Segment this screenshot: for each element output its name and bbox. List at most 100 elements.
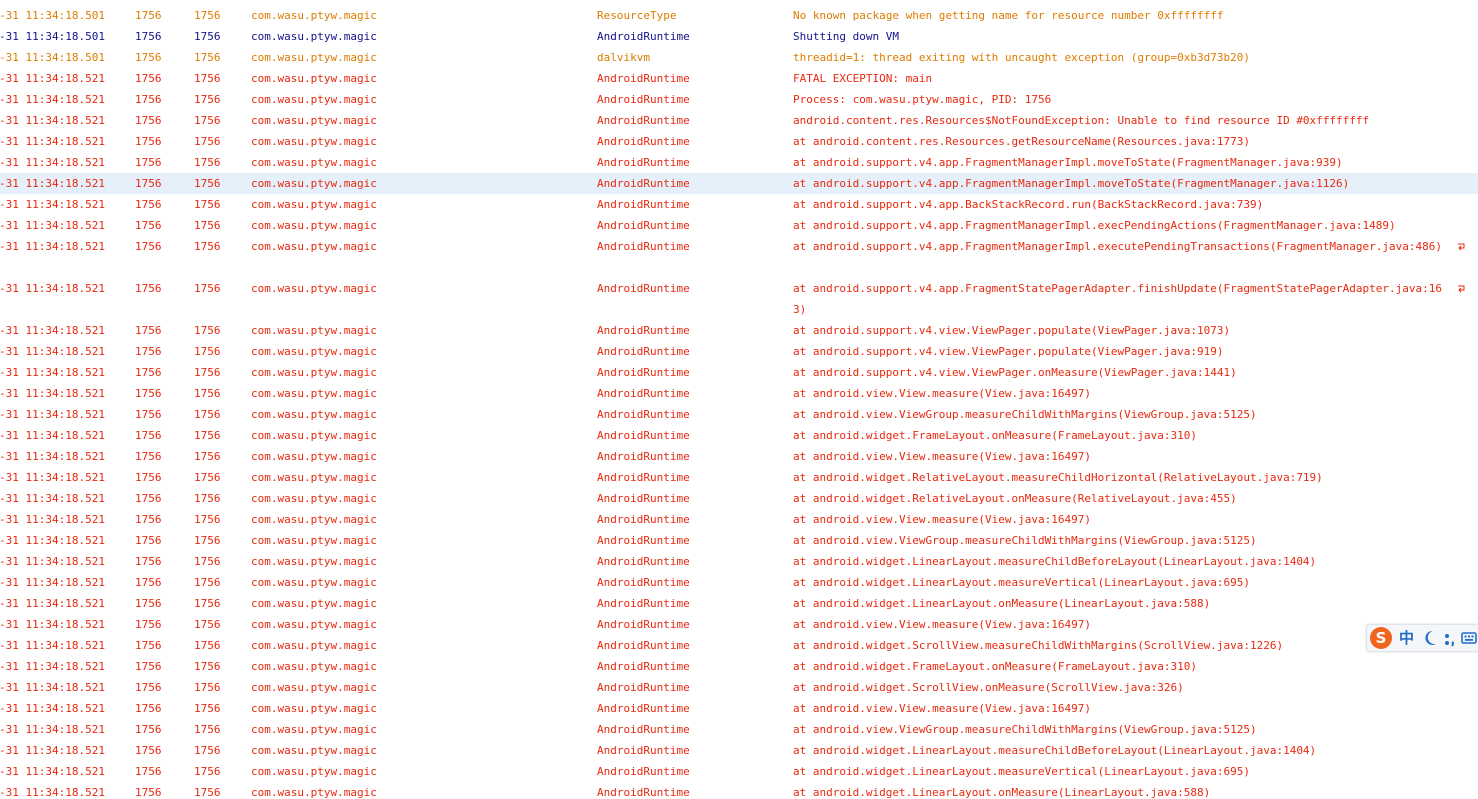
ime-toolbar[interactable]: S 中 — [1366, 624, 1478, 652]
log-row[interactable]: -31 11:34:18.521 1756 1756 com.wasu.ptyw.ma… — [0, 530, 1478, 551]
log-row[interactable]: -31 11:34:18.521 1756 1756 com.wasu.ptyw.ma… — [0, 68, 1478, 89]
log-application: com.wasu.ptyw.magic — [251, 639, 377, 652]
log-time: -31 11:34:18.501 — [0, 9, 105, 22]
log-application: com.wasu.ptyw.magic — [251, 681, 377, 694]
log-application: com.wasu.ptyw.magic — [251, 618, 377, 631]
log-tag: AndroidRuntime — [597, 408, 690, 421]
log-time: -31 11:34:18.521 — [0, 114, 105, 127]
log-time: -31 11:34:18.521 — [0, 429, 105, 442]
log-tag: AndroidRuntime — [597, 639, 690, 652]
log-row[interactable]: -31 11:34:18.521 1756 1756 com.wasu.ptyw.ma… — [0, 110, 1478, 131]
log-pid: 1756 — [135, 282, 162, 295]
log-tag: AndroidRuntime — [597, 114, 690, 127]
log-tid: 1756 — [194, 345, 221, 358]
log-message: at android.support.v4.app.FragmentManage… — [793, 219, 1396, 232]
log-row[interactable]: -31 11:34:18.521 1756 1756 com.wasu.ptyw.ma… — [0, 320, 1478, 341]
log-message: at android.support.v4.app.FragmentManage… — [793, 177, 1350, 190]
log-row[interactable]: -31 11:34:18.521 1756 1756 com.wasu.ptyw.ma… — [0, 593, 1478, 614]
log-message: at android.support.v4.app.FragmentStateP… — [793, 282, 1443, 316]
log-row[interactable]: -31 11:34:18.521 1756 1756 com.wasu.ptyw.ma… — [0, 404, 1478, 425]
log-tag: AndroidRuntime — [597, 723, 690, 736]
log-tag: AndroidRuntime — [597, 471, 690, 484]
log-pid: 1756 — [135, 114, 162, 127]
log-row[interactable]: -31 11:34:18.521 1756 1756 com.wasu.ptyw.ma… — [0, 656, 1478, 677]
log-tid: 1756 — [194, 72, 221, 85]
log-tag: AndroidRuntime — [597, 198, 690, 211]
ime-mode-toggle[interactable]: 中 — [1399, 628, 1414, 648]
log-tid: 1756 — [194, 786, 221, 799]
log-row[interactable]: -31 11:34:18.501 1756 1756 com.wasu.ptyw.ma… — [0, 47, 1478, 68]
log-message: at android.widget.RelativeLayout.onMeasu… — [793, 492, 1237, 505]
log-row[interactable]: -31 11:34:18.521 1756 1756 com.wasu.ptyw.ma… — [0, 173, 1478, 194]
log-tag: AndroidRuntime — [597, 765, 690, 778]
log-time: -31 11:34:18.521 — [0, 450, 105, 463]
log-row[interactable]: -31 11:34:18.521 1756 1756 com.wasu.ptyw.ma… — [0, 677, 1478, 698]
log-row[interactable]: -31 11:34:18.521 1756 1756 com.wasu.ptyw.ma… — [0, 572, 1478, 593]
log-pid: 1756 — [135, 156, 162, 169]
log-row[interactable]: -31 11:34:18.521 1756 1756 com.wasu.ptyw.ma… — [0, 488, 1478, 509]
log-row[interactable]: -31 11:34:18.521 1756 1756 com.wasu.ptyw.ma… — [0, 551, 1478, 572]
log-application: com.wasu.ptyw.magic — [251, 765, 377, 778]
log-row[interactable]: -31 11:34:18.521 1756 1756 com.wasu.ptyw.ma… — [0, 635, 1478, 656]
log-row[interactable]: -31 11:34:18.521 1756 1756 com.wasu.ptyw.ma… — [0, 467, 1478, 488]
moon-icon[interactable] — [1423, 628, 1439, 648]
log-message: at android.support.v4.view.ViewPager.onM… — [793, 366, 1237, 379]
log-row[interactable]: -31 11:34:18.521 1756 1756 com.wasu.ptyw.ma… — [0, 698, 1478, 719]
log-row[interactable]: -31 11:34:18.521 1756 1756 com.wasu.ptyw.ma… — [0, 194, 1478, 215]
log-row[interactable]: -31 11:34:18.501 1756 1756 com.wasu.ptyw.ma… — [0, 26, 1478, 47]
log-pid: 1756 — [135, 93, 162, 106]
log-tid: 1756 — [194, 639, 221, 652]
log-row[interactable]: -31 11:34:18.521 1756 1756 com.wasu.ptyw.ma… — [0, 614, 1478, 635]
log-row[interactable]: -31 11:34:18.521 1756 1756 com.wasu.ptyw.ma… — [0, 236, 1478, 278]
log-message: Shutting down VM — [793, 30, 899, 43]
log-row[interactable]: -31 11:34:18.521 1756 1756 com.wasu.ptyw.ma… — [0, 152, 1478, 173]
log-row[interactable]: -31 11:34:18.521 1756 1756 com.wasu.ptyw.ma… — [0, 362, 1478, 383]
log-tid: 1756 — [194, 618, 221, 631]
log-time: -31 11:34:18.521 — [0, 324, 105, 337]
log-message: threadid=1: thread exiting with uncaught… — [793, 51, 1250, 64]
log-row[interactable]: -31 11:34:18.521 1756 1756 com.wasu.ptyw.ma… — [0, 341, 1478, 362]
log-tag: AndroidRuntime — [597, 744, 690, 757]
log-tid: 1756 — [194, 198, 221, 211]
log-message: at android.support.v4.app.FragmentManage… — [793, 156, 1343, 169]
punctuation-icon[interactable] — [1443, 628, 1457, 648]
log-row[interactable]: -31 11:34:18.521 1756 1756 com.wasu.ptyw.ma… — [0, 425, 1478, 446]
log-time: -31 11:34:18.521 — [0, 492, 105, 505]
log-tid: 1756 — [194, 429, 221, 442]
log-message: at android.view.ViewGroup.measureChildWi… — [793, 534, 1257, 547]
log-row[interactable]: -31 11:34:18.501 1756 1756 com.wasu.ptyw.ma… — [0, 5, 1478, 26]
log-row[interactable]: -31 11:34:18.521 1756 1756 com.wasu.ptyw.ma… — [0, 278, 1478, 320]
log-row[interactable]: -31 11:34:18.521 1756 1756 com.wasu.ptyw.ma… — [0, 89, 1478, 110]
log-time: -31 11:34:18.521 — [0, 513, 105, 526]
log-time: -31 11:34:18.521 — [0, 471, 105, 484]
log-row[interactable]: -31 11:34:18.521 1756 1756 com.wasu.ptyw.ma… — [0, 446, 1478, 467]
log-message: at android.support.v4.app.BackStackRecor… — [793, 198, 1264, 211]
log-row[interactable]: -31 11:34:18.521 1756 1756 com.wasu.ptyw.ma… — [0, 719, 1478, 740]
line-wrap-icon — [1458, 243, 1465, 251]
log-tid: 1756 — [194, 219, 221, 232]
log-row[interactable]: -31 11:34:18.521 1756 1756 com.wasu.ptyw.ma… — [0, 761, 1478, 782]
log-row[interactable]: -31 11:34:18.521 1756 1756 com.wasu.ptyw.ma… — [0, 509, 1478, 530]
log-row[interactable]: -31 11:34:18.521 1756 1756 com.wasu.ptyw.ma… — [0, 740, 1478, 761]
log-row[interactable]: -31 11:34:18.521 1756 1756 com.wasu.ptyw.ma… — [0, 131, 1478, 152]
log-tag: AndroidRuntime — [597, 597, 690, 610]
log-row[interactable]: -31 11:34:18.521 1756 1756 com.wasu.ptyw.ma… — [0, 782, 1478, 799]
log-pid: 1756 — [135, 429, 162, 442]
log-message: at android.widget.LinearLayout.measureCh… — [793, 744, 1317, 757]
keyboard-icon[interactable] — [1461, 628, 1477, 648]
log-pid: 1756 — [135, 597, 162, 610]
log-tid: 1756 — [194, 324, 221, 337]
log-row[interactable]: -31 11:34:18.521 1756 1756 com.wasu.ptyw.ma… — [0, 215, 1478, 236]
log-pid: 1756 — [135, 30, 162, 43]
log-tag: AndroidRuntime — [597, 156, 690, 169]
log-application: com.wasu.ptyw.magic — [251, 30, 377, 43]
log-application: com.wasu.ptyw.magic — [251, 9, 377, 22]
log-tag: AndroidRuntime — [597, 681, 690, 694]
sogou-logo-icon[interactable]: S — [1370, 627, 1392, 649]
log-tid: 1756 — [194, 660, 221, 673]
log-pid: 1756 — [135, 471, 162, 484]
log-pid: 1756 — [135, 576, 162, 589]
log-row[interactable]: -31 11:34:18.521 1756 1756 com.wasu.ptyw.ma… — [0, 383, 1478, 404]
log-tag: AndroidRuntime — [597, 492, 690, 505]
log-message: at android.view.View.measure(View.java:1… — [793, 513, 1092, 526]
